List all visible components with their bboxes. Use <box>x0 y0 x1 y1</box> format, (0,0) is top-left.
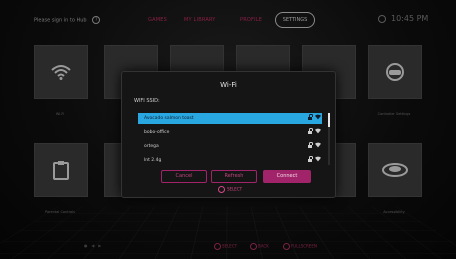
tab-settings[interactable]: SETTINGS <box>275 12 315 28</box>
network-name: Avocado salmon toast <box>144 116 194 121</box>
footer-select-hint: SELECT <box>214 243 237 250</box>
b-button-icon <box>250 243 257 250</box>
clock: 10:45 PM <box>378 14 428 23</box>
a-button-icon <box>214 243 221 250</box>
settings-screen: Please sign in to Hub ? GAMES MY LIBRARY… <box>0 0 456 259</box>
network-row[interactable]: Avocado salmon toast <box>138 113 322 124</box>
wifi-signal-icon <box>315 114 321 120</box>
tile-accessibility[interactable] <box>368 143 422 197</box>
network-list[interactable]: Avocado salmon toast bobo-office ortega … <box>138 113 330 165</box>
connect-button[interactable]: Connect <box>263 170 311 183</box>
wifi-dialog: Wi-Fi WIFI SSID: Avocado salmon toast bo… <box>121 71 336 198</box>
lock-icon <box>308 141 313 148</box>
ssid-label: WIFI SSID: <box>134 98 160 104</box>
footer-fullscreen-hint: FULLSCREEN <box>283 243 317 250</box>
lock-icon <box>308 155 313 162</box>
tile-parental[interactable] <box>34 143 88 197</box>
network-name: ortega <box>144 144 159 149</box>
login-hint-label: Please sign in to Hub <box>34 17 87 24</box>
wifi-signal-icon <box>315 128 321 134</box>
clipboard-icon <box>35 144 87 196</box>
network-name: lnt 2.4g <box>144 158 162 163</box>
scrollbar-thumb[interactable] <box>328 113 330 127</box>
dialog-select-label: SELECT <box>227 186 243 192</box>
refresh-button[interactable]: Refresh <box>211 170 257 183</box>
wifi-signal-icon <box>315 142 321 148</box>
network-row[interactable]: lnt 2.4g <box>138 155 322 165</box>
tile-label-accessibility: Accessibility <box>383 210 405 214</box>
tab-my-library[interactable]: MY LIBRARY <box>184 17 216 23</box>
tab-profile[interactable]: PROFILE <box>240 17 262 23</box>
clock-icon <box>378 14 386 23</box>
tile-label-parental: Parental Controls <box>45 210 75 214</box>
footer-back-label: BACK <box>258 243 269 249</box>
lock-icon <box>308 127 313 134</box>
wifi-icon <box>35 46 87 98</box>
floor-grid <box>0 206 456 259</box>
tile-label-controller: Controller Settings <box>377 112 411 116</box>
dialog-select-hint: SELECT <box>218 186 242 193</box>
y-button-icon <box>283 243 290 250</box>
lock-icon <box>308 113 313 120</box>
dialog-title: Wi-Fi <box>220 81 237 89</box>
footer-back-hint: BACK <box>250 243 269 250</box>
page-indicator: ● ◀ ▶ <box>84 243 102 248</box>
tile-wifi[interactable] <box>34 45 88 99</box>
tile-controller[interactable] <box>368 45 422 99</box>
cancel-button[interactable]: Cancel <box>161 170 207 183</box>
question-icon: ? <box>92 16 101 24</box>
footer-fullscreen-label: FULLSCREEN <box>291 243 317 249</box>
network-name: bobo-office <box>144 130 170 135</box>
network-row[interactable]: bobo-office <box>138 127 322 138</box>
disc-icon <box>369 144 421 196</box>
tile-label-wifi: Wi-Fi <box>55 112 65 116</box>
login-hint[interactable]: Please sign in to Hub ? <box>34 16 101 24</box>
clock-time: 10:45 PM <box>391 14 429 23</box>
a-button-icon <box>218 186 225 193</box>
top-bar: Please sign in to Hub ? GAMES MY LIBRARY… <box>0 0 456 40</box>
gamepad-icon <box>369 46 421 98</box>
network-row[interactable]: ortega <box>138 141 322 152</box>
tab-games[interactable]: GAMES <box>148 17 167 23</box>
footer-select-label: SELECT <box>222 243 238 249</box>
wifi-signal-icon <box>315 156 321 162</box>
